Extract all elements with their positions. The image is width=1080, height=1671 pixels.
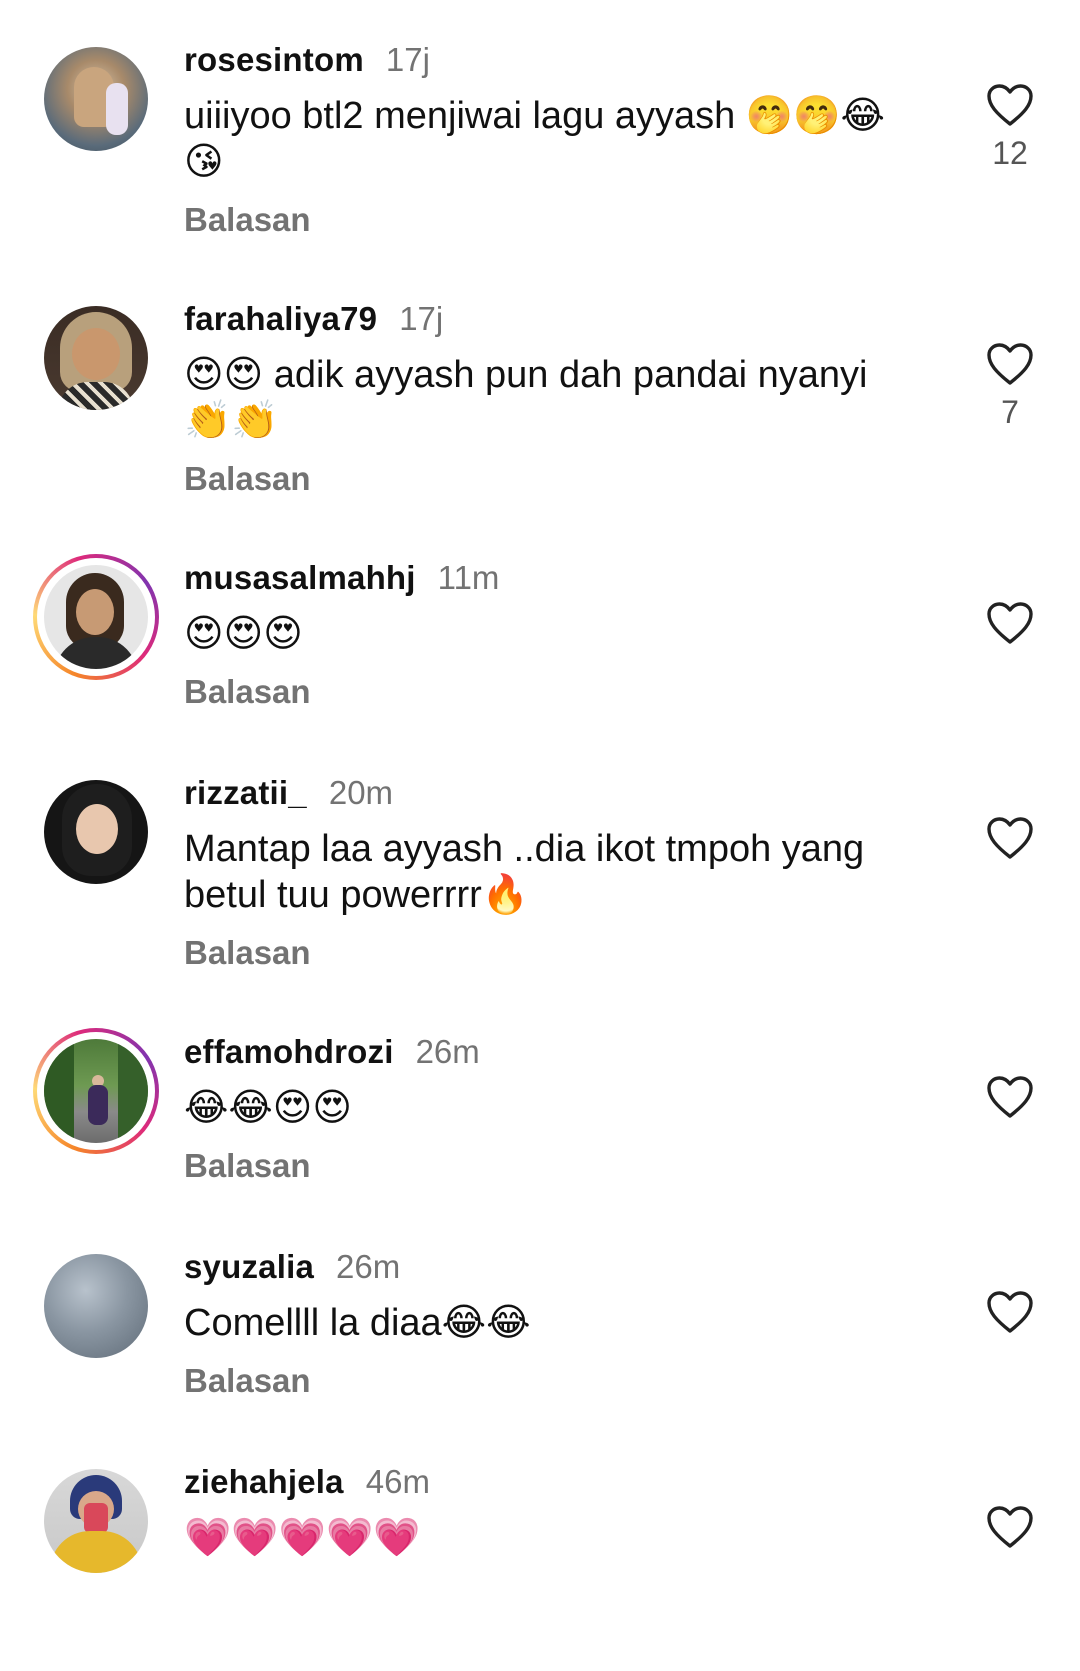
avatar[interactable]: [33, 1028, 159, 1154]
comment-text: 💗💗💗💗💗: [184, 1517, 421, 1559]
avatar-image: [44, 565, 148, 669]
like-button[interactable]: [980, 601, 1040, 645]
avatar[interactable]: [44, 780, 148, 884]
avatar-image: [44, 47, 148, 151]
avatar-image: [44, 1039, 148, 1143]
comment-text: 😂😂😍😍: [184, 1087, 353, 1129]
heart-icon: [987, 817, 1033, 859]
avatar[interactable]: [44, 1469, 148, 1573]
comment-time: 17j: [385, 41, 430, 78]
like-count: 7: [1001, 394, 1019, 430]
comment-text: Comellll la diaa😂😂: [184, 1302, 531, 1344]
like-button[interactable]: [980, 1290, 1040, 1334]
comment-text: 😍😍 adik ayyash pun dah pandai nyanyi 👏👏: [184, 354, 868, 442]
comment-username[interactable]: rizzatii_: [184, 774, 307, 812]
comment-time: 20m: [328, 774, 394, 811]
comment-time: 26m: [415, 1033, 480, 1070]
avatar-image: [44, 780, 148, 884]
reply-button[interactable]: Balasan: [184, 1147, 924, 1185]
like-button[interactable]: 7: [980, 342, 1040, 431]
avatar[interactable]: [44, 1254, 148, 1358]
reply-button[interactable]: Balasan: [184, 460, 924, 498]
comment-username[interactable]: musasalmahhj: [184, 559, 416, 597]
avatar[interactable]: [44, 306, 148, 410]
heart-icon: [987, 84, 1033, 126]
comment-username[interactable]: farahaliya79: [184, 300, 377, 338]
heart-icon: [987, 343, 1033, 385]
comment-username[interactable]: ziehahjela: [184, 1463, 344, 1501]
like-button[interactable]: [980, 1505, 1040, 1549]
heart-icon: [987, 1291, 1033, 1333]
comment-time: 11m: [437, 559, 500, 596]
comment-username[interactable]: syuzalia: [184, 1248, 314, 1286]
comment-text: uiiiyoo btl2 menjiwai lagu ayyash 🤭🤭😂😘: [184, 95, 885, 183]
avatar[interactable]: [44, 47, 148, 151]
comment-time: 46m: [365, 1463, 430, 1500]
comment-username[interactable]: effamohdrozi: [184, 1033, 394, 1071]
avatar-image: [44, 306, 148, 410]
heart-icon: [987, 1506, 1033, 1548]
avatar-image: [44, 1469, 148, 1573]
reply-button[interactable]: Balasan: [184, 934, 924, 972]
heart-icon: [987, 1076, 1033, 1118]
like-count: 12: [992, 135, 1028, 171]
reply-button[interactable]: Balasan: [184, 673, 924, 711]
like-button[interactable]: [980, 1075, 1040, 1119]
reply-button[interactable]: Balasan: [184, 201, 924, 239]
reply-button[interactable]: Balasan: [184, 1362, 924, 1400]
comment-time: 26m: [336, 1248, 401, 1285]
like-button[interactable]: 12: [980, 83, 1040, 172]
like-button[interactable]: [980, 816, 1040, 860]
comment-time: 17j: [399, 300, 444, 337]
avatar-image: [44, 1254, 148, 1358]
comment-text: Mantap laa ayyash ..dia ikot tmpoh yang …: [184, 828, 865, 916]
comment-text: 😍😍😍: [184, 613, 303, 655]
heart-icon: [987, 602, 1033, 644]
comment-username[interactable]: rosesintom: [184, 41, 364, 79]
avatar[interactable]: [33, 554, 159, 680]
